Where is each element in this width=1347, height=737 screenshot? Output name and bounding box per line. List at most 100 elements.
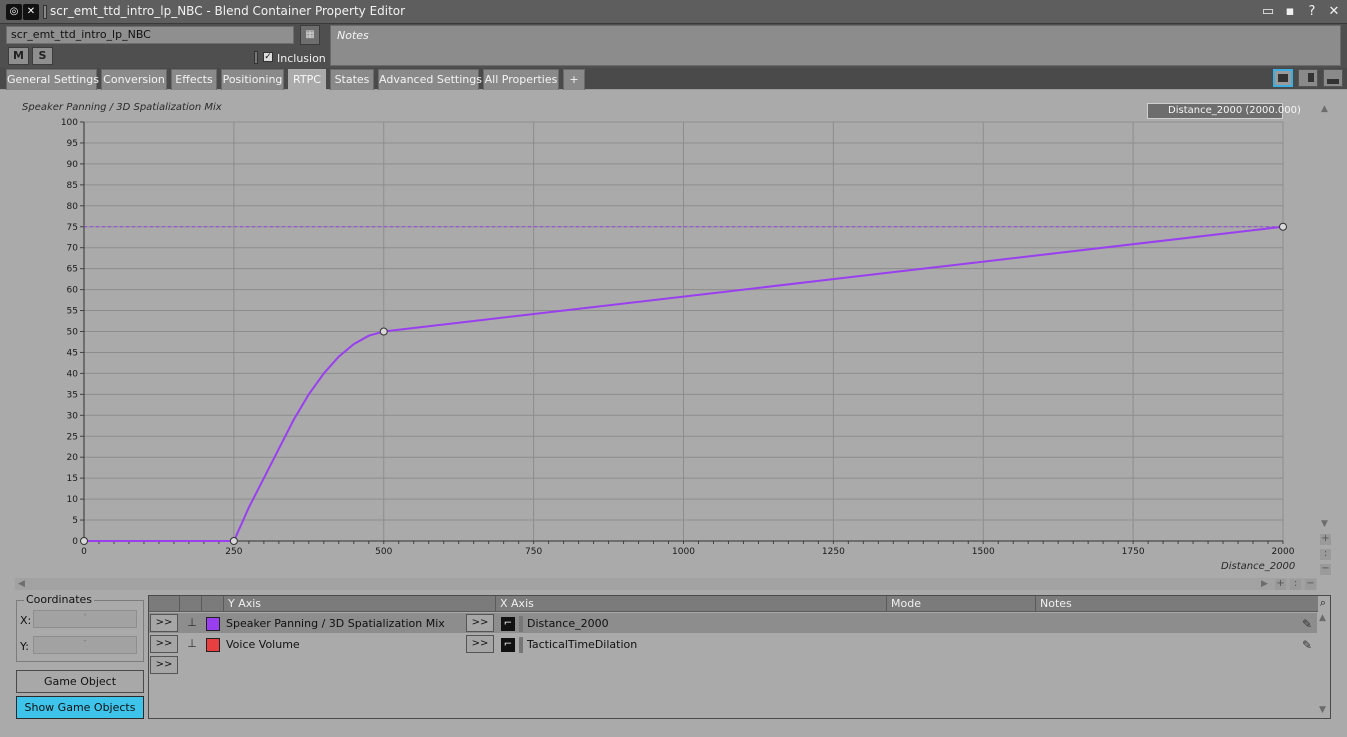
x-axis-select-button[interactable]: >>: [466, 614, 494, 632]
game-object-explorer-button[interactable]: Game Object Explorer...: [16, 670, 144, 709]
y-axis-property: Speaker Panning / 3D Spatialization Mix: [226, 617, 445, 630]
zoom-out-icon[interactable]: −: [1320, 564, 1331, 575]
rtpc-graph[interactable]: 0 5 10 15 20 25 30 35 40 45 50 55 60 65 70 75 80 85 90 95 10…: [15, 100, 1317, 578]
inclusion-label: Inclusion: [277, 52, 326, 65]
scroll-right-icon[interactable]: ▶: [1261, 579, 1268, 589]
y-tick-label: 70: [67, 244, 79, 254]
show-game-objects-button[interactable]: Show Game Objects: [16, 696, 144, 719]
single-view-icon[interactable]: [1273, 69, 1293, 87]
pin-icon[interactable]: ⊥: [186, 616, 198, 630]
close-icon[interactable]: ✕: [1324, 3, 1344, 21]
y-tick-label: 75: [67, 223, 78, 233]
zoom-in-icon[interactable]: +: [1320, 534, 1331, 545]
object-name-field[interactable]: scr_emt_ttd_intro_lp_NBC: [6, 26, 294, 44]
control-point: [1279, 222, 1287, 231]
y-tick-label: 100: [61, 118, 78, 128]
tab-conversion[interactable]: Conversion: [101, 69, 167, 90]
inclusion-link-indicator: [254, 51, 258, 64]
tab-all-properties[interactable]: All Properties: [483, 69, 559, 90]
x-coordinate-field[interactable]: -: [33, 610, 137, 628]
y-tick-label: 80: [67, 202, 79, 212]
edit-notes-icon[interactable]: ✎: [1300, 638, 1314, 652]
y-tick-label: 25: [67, 432, 78, 442]
scroll-down-icon[interactable]: ▼: [1321, 519, 1328, 529]
horizontal-scrollbar[interactable]: [15, 578, 1317, 590]
hierarchy-icon[interactable]: ▦: [300, 25, 320, 45]
y-coordinate-label: Y:: [20, 640, 29, 653]
column-y-axis[interactable]: Y Axis: [223, 596, 466, 612]
list-scroll-up-icon[interactable]: ▲: [1319, 613, 1326, 623]
open-folder-icon[interactable]: ▭: [1258, 3, 1278, 21]
table-row[interactable]: [149, 634, 1317, 654]
legend-entry[interactable]: Distance_2000 (2000.000): [1147, 103, 1301, 119]
x-tick-label: 1750: [1122, 547, 1145, 557]
x-tick-label: 500: [375, 547, 392, 557]
tab-advanced-settings[interactable]: Advanced Settings: [378, 69, 482, 90]
inclusion-checkbox[interactable]: ✓: [263, 52, 273, 62]
y-coordinate-field[interactable]: -: [33, 636, 137, 654]
search-icon[interactable]: ⌕: [1316, 596, 1330, 610]
window-title: scr_emt_ttd_intro_lp_NBC - Blend Contain…: [50, 4, 406, 18]
y-tick-label: 35: [67, 390, 78, 400]
pin-icon[interactable]: ⊥: [186, 637, 198, 651]
split-vertical-view-icon[interactable]: [1298, 69, 1318, 87]
x-axis-name: Distance_2000: [1221, 561, 1296, 572]
solo-button[interactable]: S: [32, 47, 53, 65]
tab-effects[interactable]: Effects: [171, 69, 217, 90]
y-tick-label: 60: [67, 286, 79, 296]
y-tick-label: 65: [67, 265, 78, 275]
reference-indicator: [519, 616, 523, 632]
help-icon[interactable]: ?: [1302, 3, 1322, 21]
add-rtpc-button[interactable]: >>: [150, 656, 178, 674]
mute-button[interactable]: M: [8, 47, 29, 65]
scroll-left-icon[interactable]: ◀: [18, 579, 25, 589]
tab-positioning[interactable]: Positioning: [221, 69, 284, 90]
control-point: [229, 537, 238, 545]
zoom-fit-icon[interactable]: :: [1320, 549, 1331, 560]
curve-color-swatch[interactable]: [206, 638, 220, 652]
game-parameter-icon: ⌐: [501, 638, 515, 652]
column-pin: [179, 596, 201, 612]
link-icon[interactable]: ✕: [23, 4, 39, 20]
column-notes[interactable]: Notes: [1035, 596, 1317, 612]
y-tick-label: 20: [67, 453, 79, 463]
game-parameter-icon: ⌐: [501, 617, 515, 631]
y-tick-label: 30: [67, 411, 79, 421]
tab-states[interactable]: States: [330, 69, 374, 90]
split-horizontal-view-icon[interactable]: [1323, 69, 1343, 87]
tab-general-settings[interactable]: General Settings: [6, 69, 99, 90]
hzoom-out-icon[interactable]: −: [1305, 579, 1316, 590]
save-icon[interactable]: ▪: [1280, 3, 1300, 21]
x-tick-label: 250: [225, 547, 242, 557]
hzoom-in-icon[interactable]: +: [1275, 579, 1286, 590]
list-scroll-down-icon[interactable]: ▼: [1319, 705, 1326, 715]
y-tick-label: 55: [67, 307, 78, 317]
tab-rtpc[interactable]: RTPC: [288, 69, 326, 90]
y-tick-label: 90: [67, 160, 79, 170]
x-tick-label: 2000: [1272, 547, 1295, 557]
x-tick-label: 1500: [972, 547, 995, 557]
edit-notes-icon[interactable]: ✎: [1300, 617, 1314, 631]
scroll-up-icon[interactable]: ▲: [1321, 104, 1328, 114]
curve-color-swatch[interactable]: [206, 617, 220, 631]
x-tick-label: 1250: [822, 547, 845, 557]
y-tick-label: 5: [72, 516, 78, 526]
y-tick-label: 50: [67, 328, 79, 338]
column-x-axis[interactable]: X Axis: [495, 596, 886, 612]
x-tick-label: 1000: [672, 547, 695, 557]
y-tick-label: 0: [72, 537, 78, 547]
y-axis-select-button[interactable]: >>: [150, 635, 178, 653]
x-axis-parameter: TacticalTimeDilation: [527, 638, 638, 651]
y-axis-select-button[interactable]: >>: [150, 614, 178, 632]
tab-add[interactable]: +: [563, 69, 585, 90]
notes-field[interactable]: Notes: [330, 25, 1341, 66]
curve-title: Speaker Panning / 3D Spatialization Mix: [22, 102, 222, 113]
hzoom-fit-icon[interactable]: :: [1290, 579, 1301, 590]
control-point: [80, 537, 88, 545]
reference-indicator: [519, 637, 523, 653]
y-axis-property: Voice Volume: [226, 638, 300, 651]
x-coordinate-label: X:: [20, 614, 32, 627]
x-axis-select-button[interactable]: >>: [466, 635, 494, 653]
column-mode[interactable]: Mode: [886, 596, 1006, 612]
wwise-logo-icon: ◎: [6, 4, 22, 20]
